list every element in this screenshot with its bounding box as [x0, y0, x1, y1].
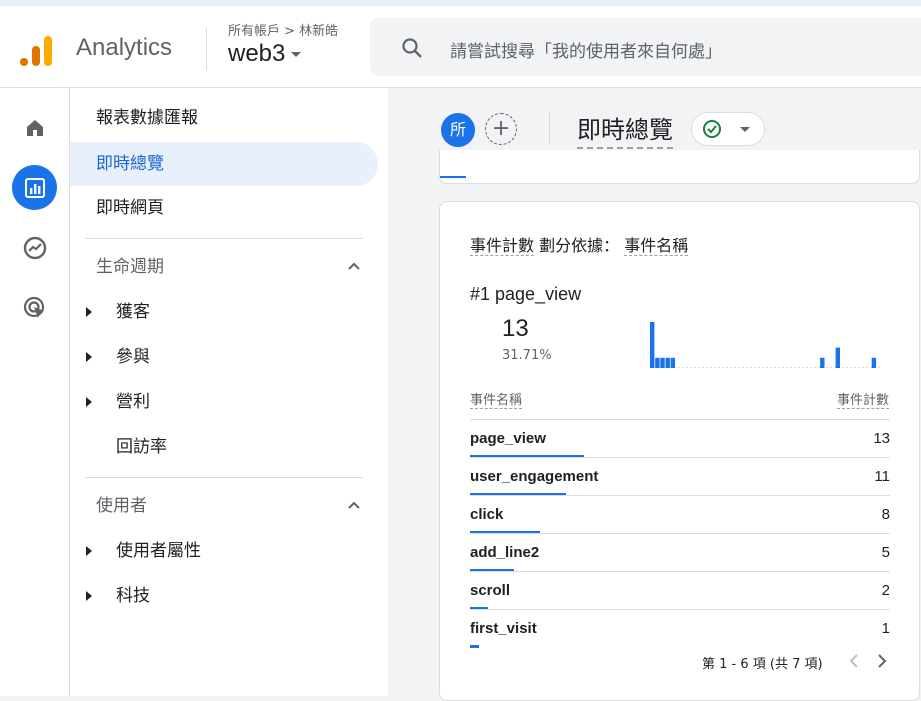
- card-accent-line: [440, 176, 466, 178]
- nav-item-reports-snapshot[interactable]: 報表數據匯報: [70, 96, 378, 140]
- header: Analytics 所有帳戶 > 林新皓 web3 請嘗試搜尋「我的使用者來自何…: [0, 6, 921, 88]
- event-name-cell: page_view: [470, 430, 546, 447]
- nav-group-lifecycle[interactable]: 生命週期: [70, 245, 378, 289]
- nav-item-label: 回訪率: [116, 437, 167, 457]
- col-header-event-name[interactable]: 事件名稱: [470, 389, 523, 409]
- expand-arrow-icon: [86, 307, 92, 317]
- add-comparison-button[interactable]: +: [485, 113, 517, 145]
- nav-item-label: 使用者屬性: [116, 541, 201, 561]
- left-rail: [0, 88, 70, 696]
- event-count-cell: 13: [873, 430, 890, 447]
- nav-item-monetization[interactable]: 營利: [70, 380, 378, 424]
- home-icon[interactable]: [12, 105, 57, 150]
- expand-arrow-icon: [86, 352, 92, 362]
- nav-item-label: 參與: [116, 347, 150, 367]
- nav-divider: [85, 477, 363, 478]
- status-dropdown[interactable]: [691, 112, 765, 146]
- event-name-cell: scroll: [470, 582, 511, 599]
- minute-sparkline: [650, 322, 882, 368]
- pagination-label: 第 1 - 6 項 (共 7 項): [702, 657, 823, 672]
- card-title: 事件計數 劃分依據： 事件名稱: [470, 232, 689, 256]
- check-circle-icon: [703, 120, 721, 138]
- sparkline-bar: [871, 357, 877, 368]
- sparkline-bar: [835, 347, 840, 368]
- reports-icon[interactable]: [12, 165, 57, 210]
- nav-item-label: 營利: [116, 392, 150, 412]
- event-name-cell: add_line2: [470, 544, 540, 561]
- explore-icon[interactable]: [12, 225, 57, 270]
- sparkline-bar: [660, 357, 665, 368]
- header-divider: [206, 28, 207, 70]
- nav-item-label: 獲客: [116, 302, 150, 322]
- table-row[interactable]: scroll 2: [470, 571, 890, 610]
- event-count-cell: 8: [881, 506, 890, 523]
- sparkline-bar: [665, 357, 670, 368]
- top-event-percent: 31.71%: [502, 348, 552, 363]
- expand-arrow-icon: [86, 546, 92, 556]
- sparkline-bar: [670, 357, 675, 368]
- table-row[interactable]: first_visit 1: [470, 609, 890, 648]
- col-header-event-count[interactable]: 事件計數: [836, 389, 889, 409]
- nav-item-realtime-pages[interactable]: 即時網頁: [70, 186, 378, 230]
- caret-down-icon: [740, 127, 750, 132]
- event-name-cell: first_visit: [470, 620, 537, 637]
- analytics-logo-icon[interactable]: [18, 32, 54, 68]
- nav-item-engagement[interactable]: 參與: [70, 335, 378, 379]
- nav-group-label: 生命週期: [96, 257, 164, 277]
- nav-group-user[interactable]: 使用者: [70, 484, 378, 528]
- top-event-value: 13: [502, 315, 529, 342]
- search-placeholder: 請嘗試搜尋「我的使用者來自何處」: [450, 42, 722, 62]
- nav-item-user-attributes[interactable]: 使用者屬性: [70, 529, 378, 573]
- event-count-card: 事件計數 劃分依據： 事件名稱 #1 page_view 13 31.71% 事…: [439, 201, 920, 701]
- toolbar-divider: [549, 112, 550, 144]
- side-nav: 報表數據匯報 即時總覽 即時網頁 生命週期 獲客 參與 營利 回訪率 使用者 使…: [70, 88, 388, 696]
- nav-group-label: 使用者: [96, 496, 147, 516]
- expand-arrow-icon: [86, 397, 92, 407]
- table-row[interactable]: user_engagement 11: [470, 457, 890, 496]
- chevron-right-icon[interactable]: [876, 653, 888, 669]
- search-bar[interactable]: 請嘗試搜尋「我的使用者來自何處」: [370, 18, 921, 76]
- dimension-prefix: 劃分依據：: [539, 236, 620, 255]
- property-name: web3: [228, 40, 286, 67]
- nav-item-realtime-overview[interactable]: 即時總覽: [70, 142, 378, 186]
- account-breadcrumb[interactable]: 所有帳戶 > 林新皓: [228, 20, 338, 39]
- comparison-avatar[interactable]: 所: [441, 113, 475, 147]
- event-count-cell: 2: [881, 582, 890, 599]
- nav-divider: [85, 238, 363, 239]
- nav-item-acquisition[interactable]: 獲客: [70, 290, 378, 334]
- metric-label[interactable]: 事件計數: [470, 236, 535, 256]
- previous-card: [439, 150, 920, 184]
- share-bar: [470, 645, 479, 648]
- caret-down-icon: [291, 52, 302, 58]
- search-icon: [402, 38, 422, 58]
- event-count-cell: 1: [881, 620, 890, 637]
- sparkline-bar: [650, 322, 655, 368]
- nav-item-label: 科技: [116, 586, 150, 606]
- chevron-up-icon: [348, 262, 360, 270]
- event-name-cell: user_engagement: [470, 468, 599, 485]
- nav-item-tech[interactable]: 科技: [70, 574, 378, 618]
- top-event-label: #1 page_view: [470, 284, 582, 304]
- dimension-label[interactable]: 事件名稱: [624, 236, 689, 256]
- page-title: 即時總覽: [577, 110, 673, 149]
- table-row[interactable]: page_view 13: [470, 419, 890, 458]
- event-count-cell: 11: [874, 468, 890, 485]
- advertising-icon[interactable]: [12, 285, 57, 330]
- expand-arrow-icon: [86, 591, 92, 601]
- event-name-cell: click: [470, 506, 504, 523]
- event-count-cell: 5: [881, 544, 890, 561]
- brand-name: Analytics: [76, 34, 173, 61]
- table-row[interactable]: add_line2 5: [470, 533, 890, 572]
- sparkline-bar: [655, 357, 660, 368]
- property-selector[interactable]: web3: [228, 40, 302, 68]
- chevron-up-icon: [348, 501, 360, 509]
- chevron-left-icon[interactable]: [848, 653, 860, 669]
- table-row[interactable]: click 8: [470, 495, 890, 534]
- nav-item-retention[interactable]: 回訪率: [70, 425, 378, 469]
- sparkline-bar: [820, 357, 825, 368]
